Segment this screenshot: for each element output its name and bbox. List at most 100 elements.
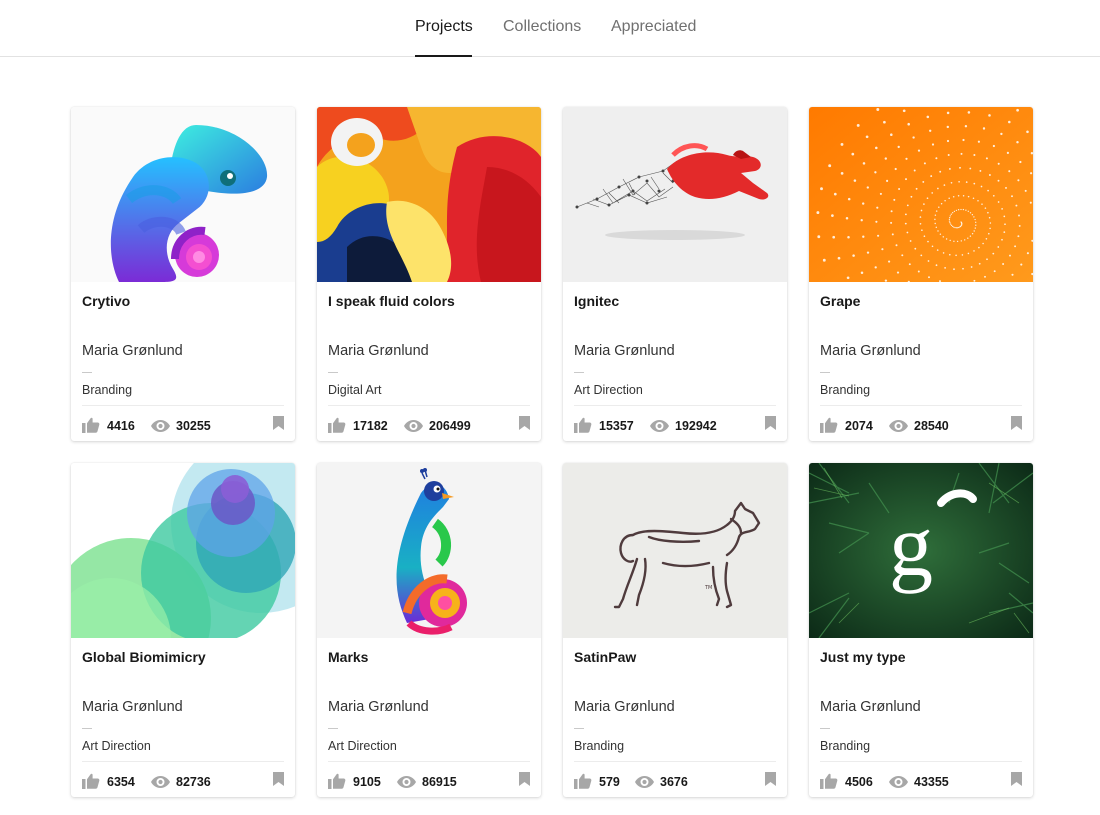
project-title[interactable]: Crytivo	[82, 293, 130, 309]
bookmark-icon[interactable]	[1011, 772, 1022, 791]
project-title[interactable]: Global Biomimicry	[82, 649, 206, 665]
view-count: 3676	[660, 775, 688, 789]
project-owner[interactable]: Maria Grønlund	[820, 699, 921, 715]
view-count: 28540	[914, 419, 949, 433]
stats-divider	[328, 761, 530, 762]
divider	[82, 728, 92, 729]
eye-icon	[650, 419, 669, 436]
stats-divider	[820, 761, 1022, 762]
stats-divider	[82, 405, 284, 406]
like-count: 17182	[353, 419, 388, 433]
project-title[interactable]: I speak fluid colors	[328, 293, 455, 309]
project-card[interactable]: TM SatinPaw Maria Grønlund Branding 579 …	[563, 463, 787, 797]
project-cover-rabbit[interactable]	[563, 107, 787, 282]
divider	[574, 728, 584, 729]
project-cover-letter-g[interactable]: g	[809, 463, 1033, 638]
project-owner[interactable]: Maria Grønlund	[328, 343, 429, 359]
like-count: 579	[599, 775, 620, 789]
bookmark-icon[interactable]	[765, 772, 776, 791]
thumbs-up-icon[interactable]	[820, 773, 838, 792]
stats-divider	[328, 405, 530, 406]
svg-text:g: g	[889, 498, 933, 595]
project-card[interactable]: Marks Maria Grønlund Art Direction 9105 …	[317, 463, 541, 797]
like-count: 15357	[599, 419, 634, 433]
thumbs-up-icon[interactable]	[328, 773, 346, 792]
project-card[interactable]: Ignitec Maria Grønlund Art Direction 153…	[563, 107, 787, 441]
bookmark-icon[interactable]	[519, 772, 530, 791]
stats-divider	[82, 761, 284, 762]
view-count: 192942	[675, 419, 717, 433]
project-title[interactable]: Marks	[328, 649, 368, 665]
project-card[interactable]: Global Biomimicry Maria Grønlund Art Dir…	[71, 463, 295, 797]
thumbs-up-icon[interactable]	[820, 417, 838, 436]
bookmark-icon[interactable]	[273, 416, 284, 435]
thumbs-up-icon[interactable]	[574, 417, 592, 436]
project-card[interactable]: Grape Maria Grønlund Branding 2074 28540	[809, 107, 1033, 441]
like-count: 9105	[353, 775, 381, 789]
project-field[interactable]: Branding	[82, 383, 132, 397]
tab-projects[interactable]: Projects	[415, 0, 473, 57]
like-count: 6354	[107, 775, 135, 789]
eye-icon	[635, 775, 654, 792]
stats-divider	[574, 405, 776, 406]
tab-appreciated[interactable]: Appreciated	[611, 0, 696, 56]
project-owner[interactable]: Maria Grønlund	[574, 699, 675, 715]
eye-icon	[151, 775, 170, 792]
project-field[interactable]: Digital Art	[328, 383, 382, 397]
bookmark-icon[interactable]	[273, 772, 284, 791]
project-cover-circles[interactable]	[71, 463, 295, 638]
project-title[interactable]: SatinPaw	[574, 649, 636, 665]
project-card[interactable]: I speak fluid colors Maria Grønlund Digi…	[317, 107, 541, 441]
project-cover-chameleon[interactable]	[71, 107, 295, 282]
bookmark-icon[interactable]	[765, 416, 776, 435]
project-card[interactable]: g Just my type Maria Grønlund Branding 4…	[809, 463, 1033, 797]
project-owner[interactable]: Maria Grønlund	[820, 343, 921, 359]
project-title[interactable]: Just my type	[820, 649, 906, 665]
project-cover-dog[interactable]: TM	[563, 463, 787, 638]
thumbs-up-icon[interactable]	[82, 417, 100, 436]
bookmark-icon[interactable]	[519, 416, 530, 435]
thumbs-up-icon[interactable]	[328, 417, 346, 436]
divider	[328, 372, 338, 373]
stats-divider	[574, 761, 776, 762]
profile-tabs: Projects Collections Appreciated	[0, 0, 1100, 57]
divider	[574, 372, 584, 373]
project-owner[interactable]: Maria Grønlund	[574, 343, 675, 359]
divider	[820, 372, 830, 373]
project-field[interactable]: Branding	[820, 383, 870, 397]
project-field[interactable]: Art Direction	[328, 739, 397, 753]
project-cover-fluid[interactable]	[317, 107, 541, 282]
project-field[interactable]: Branding	[820, 739, 870, 753]
like-count: 4416	[107, 419, 135, 433]
divider	[328, 728, 338, 729]
tab-collections[interactable]: Collections	[503, 0, 581, 56]
like-count: 4506	[845, 775, 873, 789]
view-count: 82736	[176, 775, 211, 789]
bookmark-icon[interactable]	[1011, 416, 1022, 435]
eye-icon	[404, 419, 423, 436]
project-title[interactable]: Grape	[820, 293, 860, 309]
project-field[interactable]: Art Direction	[82, 739, 151, 753]
project-owner[interactable]: Maria Grønlund	[328, 699, 429, 715]
like-count: 2074	[845, 419, 873, 433]
stats-divider	[820, 405, 1022, 406]
view-count: 43355	[914, 775, 949, 789]
svg-text:TM: TM	[704, 585, 712, 591]
view-count: 30255	[176, 419, 211, 433]
eye-icon	[889, 419, 908, 436]
project-cover-peacock[interactable]	[317, 463, 541, 638]
project-field[interactable]: Branding	[574, 739, 624, 753]
divider	[820, 728, 830, 729]
project-cover-spiral[interactable]	[809, 107, 1033, 282]
eye-icon	[397, 775, 416, 792]
project-owner[interactable]: Maria Grønlund	[82, 343, 183, 359]
divider	[82, 372, 92, 373]
view-count: 86915	[422, 775, 457, 789]
eye-icon	[151, 419, 170, 436]
project-field[interactable]: Art Direction	[574, 383, 643, 397]
thumbs-up-icon[interactable]	[82, 773, 100, 792]
project-title[interactable]: Ignitec	[574, 293, 619, 309]
project-card[interactable]: Crytivo Maria Grønlund Branding 4416 302…	[71, 107, 295, 441]
thumbs-up-icon[interactable]	[574, 773, 592, 792]
project-owner[interactable]: Maria Grønlund	[82, 699, 183, 715]
